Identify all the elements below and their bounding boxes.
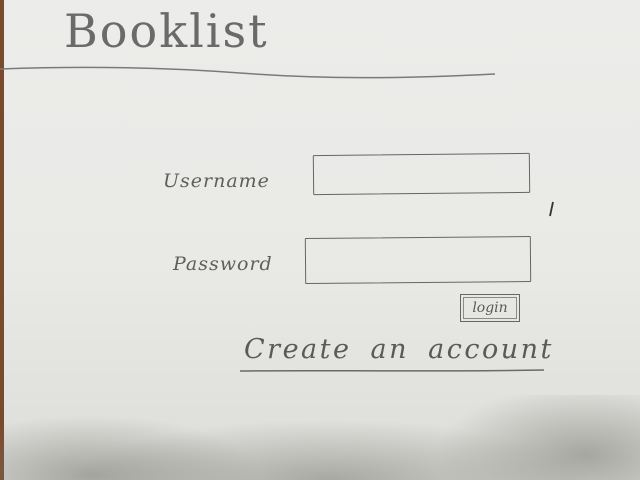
app-title: Booklist [64,4,269,58]
login-button[interactable]: login [460,294,520,322]
create-account-link[interactable]: Create an account [244,334,554,365]
title-underline [0,66,496,79]
password-label: Password [173,253,273,275]
username-label: Username [163,170,270,192]
pencil-mark [549,201,554,217]
password-input[interactable] [304,236,532,284]
username-input[interactable] [312,152,531,196]
create-account-underline [239,369,545,372]
